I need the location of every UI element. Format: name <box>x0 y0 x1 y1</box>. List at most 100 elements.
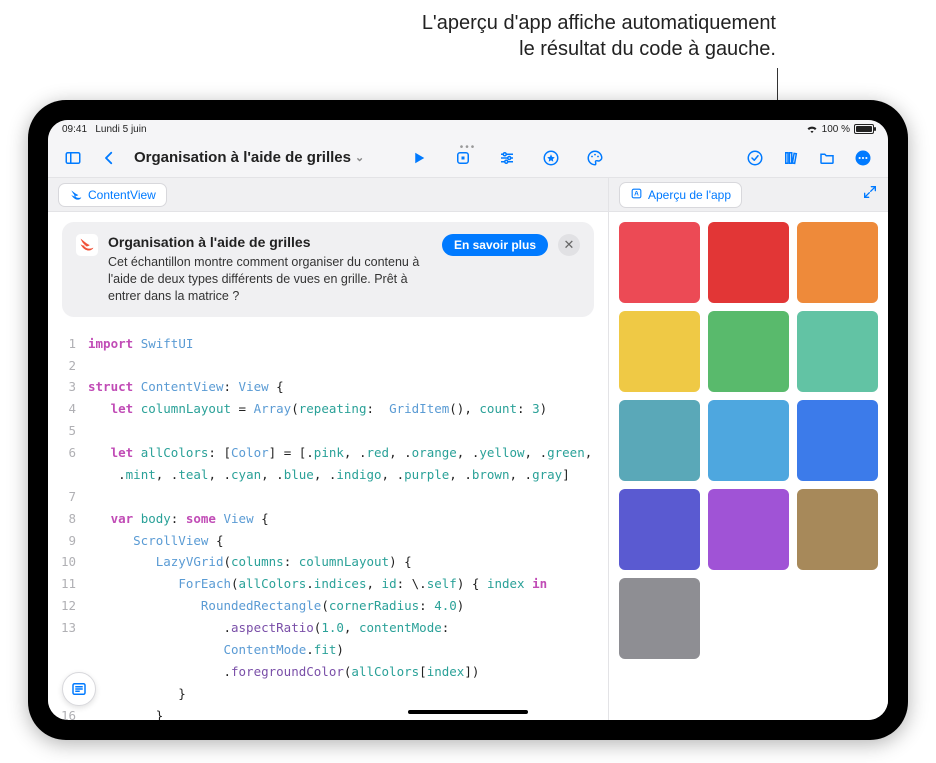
color-swatch <box>797 222 878 303</box>
code-line: 13 .aspectRatio(1.0, contentMode: <box>48 617 608 639</box>
code-text: var body: some View { <box>88 508 608 530</box>
svg-text:A: A <box>634 190 639 197</box>
line-number: 8 <box>48 508 88 530</box>
line-number: 9 <box>48 530 88 552</box>
sidebar-toggle-icon[interactable] <box>58 143 88 173</box>
expand-preview-button[interactable] <box>862 184 878 205</box>
code-line: 11 ForEach(allColors.indices, id: \.self… <box>48 573 608 595</box>
color-swatch <box>797 489 878 570</box>
ipad-screen: 09:41 Lundi 5 juin 100 % ••• Organisat <box>48 120 888 720</box>
color-swatch <box>619 578 700 659</box>
color-swatch <box>797 400 878 481</box>
annotation-caption: L'aperçu d'app affiche automatiquement l… <box>422 10 776 62</box>
code-line: } <box>48 683 608 705</box>
chevron-down-icon: ⌄ <box>355 151 364 164</box>
color-swatch <box>708 222 789 303</box>
code-text: struct ContentView: View { <box>88 376 608 398</box>
color-swatch <box>619 400 700 481</box>
code-text: .foregroundColor(allColors[index]) <box>88 661 608 683</box>
multitask-dots-icon[interactable]: ••• <box>460 142 477 153</box>
code-text: import SwiftUI <box>88 333 608 355</box>
color-swatch <box>708 311 789 392</box>
info-card-title: Organisation à l'aide de grilles <box>108 234 432 250</box>
line-number <box>48 639 88 661</box>
color-swatch <box>619 489 700 570</box>
snippets-button[interactable] <box>62 672 96 706</box>
line-number: 2 <box>48 355 88 377</box>
line-number: 6 <box>48 442 88 464</box>
preview-body <box>609 212 888 720</box>
code-text <box>88 420 608 442</box>
code-line: 7 <box>48 486 608 508</box>
color-swatch <box>708 489 789 570</box>
line-number: 16 <box>48 705 88 721</box>
line-number: 12 <box>48 595 88 617</box>
status-left: 09:41 Lundi 5 juin <box>62 124 147 135</box>
color-swatch <box>619 222 700 303</box>
code-line: 10 LazyVGrid(columns: columnLayout) { <box>48 551 608 573</box>
line-number: 3 <box>48 376 88 398</box>
code-text: ContentMode.fit) <box>88 639 608 661</box>
code-line: 12 RoundedRectangle(cornerRadius: 4.0) <box>48 595 608 617</box>
code-line: 1import SwiftUI <box>48 333 608 355</box>
code-text: .aspectRatio(1.0, contentMode: <box>88 617 608 639</box>
info-card-app-icon <box>76 234 98 256</box>
status-right: 100 % <box>806 123 874 136</box>
code-text: ScrollView { <box>88 530 608 552</box>
line-number: 5 <box>48 420 88 442</box>
code-line: 5 <box>48 420 608 442</box>
status-bar: 09:41 Lundi 5 juin 100 % <box>48 120 888 138</box>
document-title-label: Organisation à l'aide de grilles <box>134 149 351 166</box>
status-time: 09:41 <box>62 124 87 135</box>
code-editor[interactable]: 1import SwiftUI23struct ContentView: Vie… <box>48 327 608 720</box>
status-date: Lundi 5 juin <box>95 124 146 135</box>
code-text: let allColors: [Color] = [.pink, .red, .… <box>88 442 608 464</box>
editor-file-tab[interactable]: ContentView <box>58 183 167 207</box>
ipad-device-frame: 09:41 Lundi 5 juin 100 % ••• Organisat <box>28 100 908 740</box>
star-icon[interactable] <box>536 143 566 173</box>
line-number <box>48 464 88 486</box>
more-icon[interactable] <box>848 143 878 173</box>
line-number: 4 <box>48 398 88 420</box>
code-line: .foregroundColor(allColors[index]) <box>48 661 608 683</box>
preview-tab[interactable]: A Aperçu de l'app <box>619 182 742 208</box>
code-line: 2 <box>48 355 608 377</box>
info-card-text: Cet échantillon montre comment organiser… <box>108 254 432 305</box>
annotation-line-2: le résultat du code à gauche. <box>422 36 776 62</box>
home-indicator[interactable] <box>408 710 528 714</box>
code-text: let columnLayout = Array(repeating: Grid… <box>88 398 608 420</box>
toolbar-center <box>404 143 610 173</box>
content-area: ContentView Organisation à l'aide de gri… <box>48 178 888 720</box>
learn-more-button[interactable]: En savoir plus <box>442 234 548 256</box>
back-button[interactable] <box>94 143 124 173</box>
code-line: .mint, .teal, .cyan, .blue, .indigo, .pu… <box>48 464 608 486</box>
palette-icon[interactable] <box>580 143 610 173</box>
line-number: 1 <box>48 333 88 355</box>
line-number: 7 <box>48 486 88 508</box>
code-line: 6 let allColors: [Color] = [.pink, .red,… <box>48 442 608 464</box>
code-text <box>88 486 608 508</box>
code-text: } <box>88 683 608 705</box>
code-line: 8 var body: some View { <box>48 508 608 530</box>
color-grid <box>619 222 878 659</box>
library-icon[interactable] <box>776 143 806 173</box>
run-button[interactable] <box>404 143 434 173</box>
checkmark-circle-icon[interactable] <box>740 143 770 173</box>
line-number: 13 <box>48 617 88 639</box>
code-line: 9 ScrollView { <box>48 530 608 552</box>
settings-sliders-icon[interactable] <box>492 143 522 173</box>
document-title[interactable]: Organisation à l'aide de grilles ⌄ <box>130 149 368 166</box>
preview-header: A Aperçu de l'app <box>609 178 888 212</box>
color-swatch <box>708 400 789 481</box>
info-card: Organisation à l'aide de grilles Cet éch… <box>62 222 594 317</box>
code-line: ContentMode.fit) <box>48 639 608 661</box>
battery-icon <box>854 124 874 134</box>
code-text: LazyVGrid(columns: columnLayout) { <box>88 551 608 573</box>
code-text <box>88 355 608 377</box>
code-line: 4 let columnLayout = Array(repeating: Gr… <box>48 398 608 420</box>
folder-icon[interactable] <box>812 143 842 173</box>
code-text: .mint, .teal, .cyan, .blue, .indigo, .pu… <box>88 464 608 486</box>
close-info-button[interactable]: ✕ <box>558 234 580 256</box>
app-preview-icon: A <box>630 187 643 203</box>
code-line: 3struct ContentView: View { <box>48 376 608 398</box>
